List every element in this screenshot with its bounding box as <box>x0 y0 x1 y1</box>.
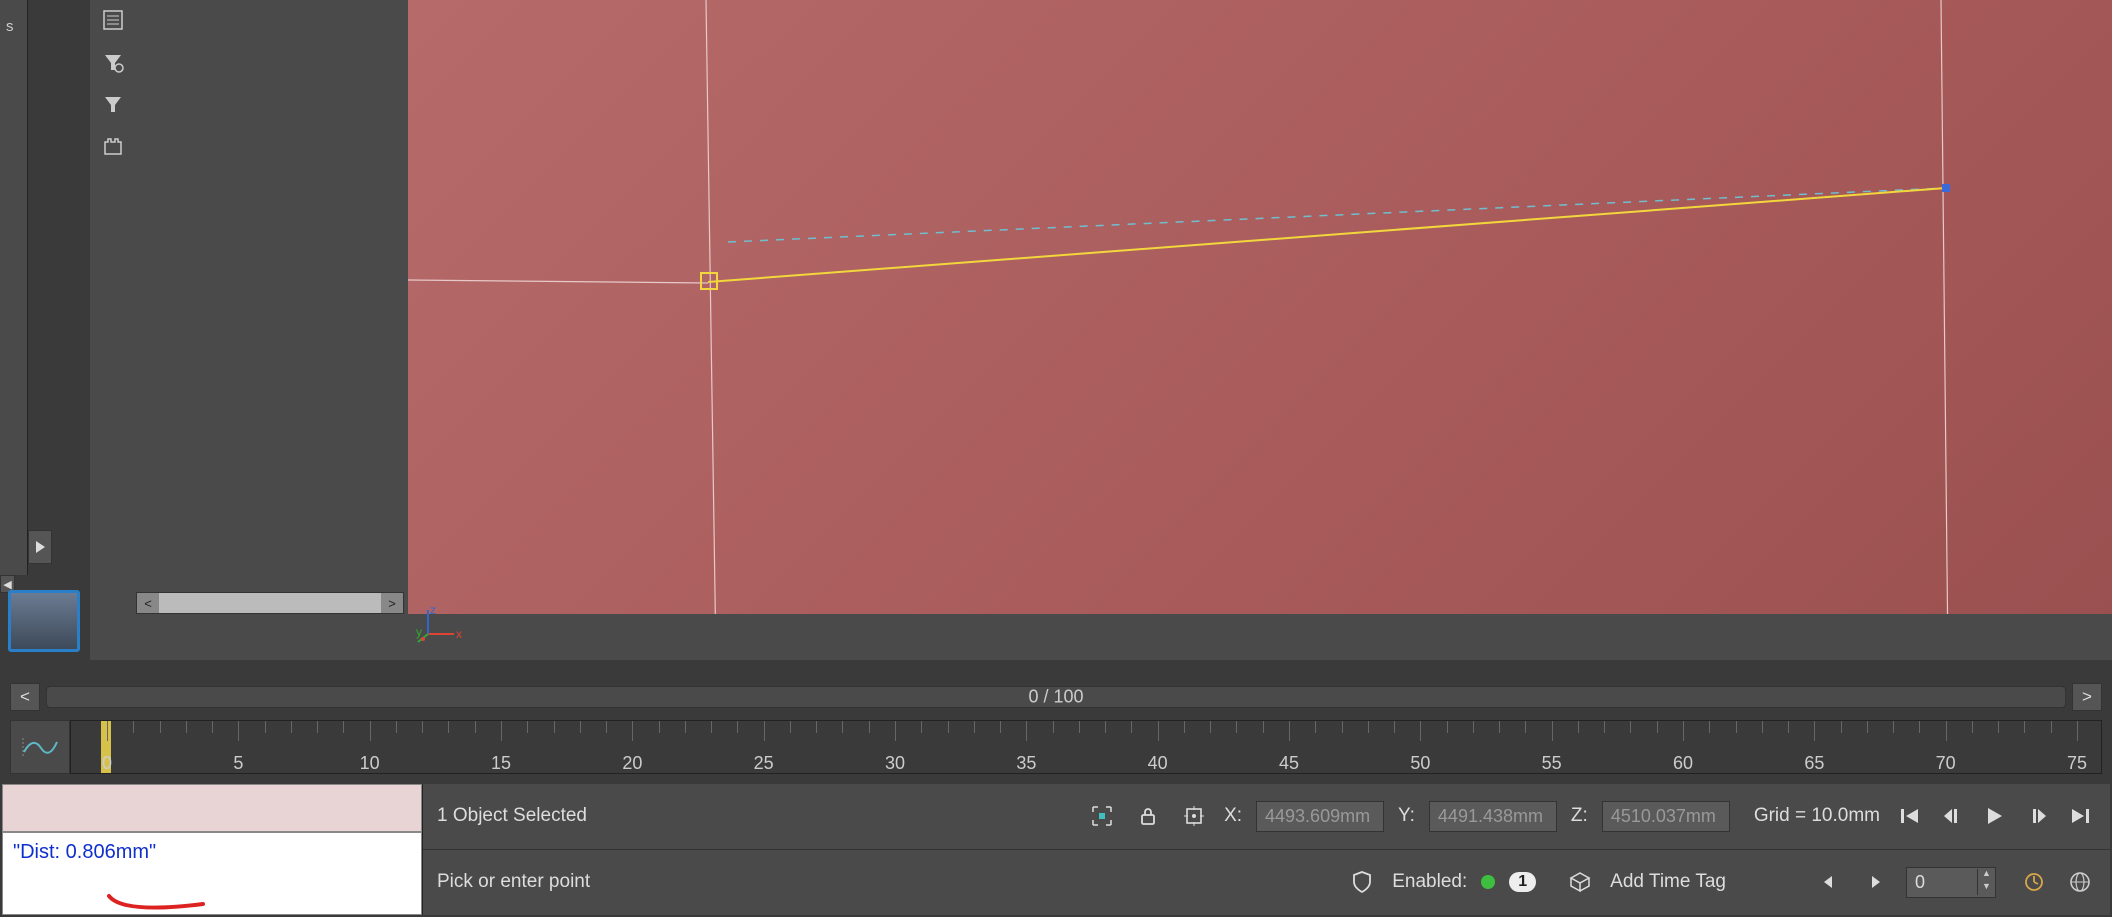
timeline-ruler[interactable]: 0 5 10 15 20 25 30 35 40 45 50 55 60 65 70 75 <box>70 720 2102 774</box>
current-frame-input[interactable] <box>1907 868 1977 897</box>
hscroll-left[interactable]: < <box>137 593 159 613</box>
frame-next-button[interactable]: > <box>2072 683 2102 711</box>
hscroll-right[interactable]: > <box>381 593 403 613</box>
frame-slider[interactable]: 0 / 100 <box>46 686 2066 708</box>
play-button[interactable] <box>1978 801 2012 831</box>
status-area: "Dist: 0.806mm" 1 Object Selected X: Y: … <box>2 784 2110 915</box>
timeline-tick: 55 <box>1542 753 1562 774</box>
spin-down[interactable]: ▼ <box>1977 882 1995 895</box>
goto-start-button[interactable] <box>1894 801 1928 831</box>
selection-status: 1 Object Selected <box>437 805 587 827</box>
coord-x-input[interactable] <box>1256 801 1384 832</box>
enabled-count: 1 <box>1509 872 1536 892</box>
timeline-tick: 10 <box>360 753 380 774</box>
timeline-tick: 0 <box>102 753 112 774</box>
viewport-bottom-overlay <box>408 614 2112 660</box>
listener-input[interactable] <box>2 784 422 832</box>
coord-y-label: Y: <box>1398 805 1415 827</box>
frame-prev-button[interactable]: < <box>10 683 40 711</box>
status-left: "Dist: 0.806mm" <box>2 784 422 915</box>
grid-readout: Grid = 10.0mm <box>1754 805 1880 827</box>
frame-slider-label: 0 / 100 <box>1028 687 1083 708</box>
timeline-tick: 60 <box>1673 753 1693 774</box>
frame-controls: < 0 / 100 > <box>10 680 2102 714</box>
axis-gizmo: x z y <box>416 604 462 650</box>
timeline-tick: 5 <box>233 753 243 774</box>
timeline-tick: 30 <box>885 753 905 774</box>
timeline-tick: 20 <box>622 753 642 774</box>
time-config-icon[interactable] <box>2018 866 2050 898</box>
toolbar-column <box>90 0 136 430</box>
viewport-thumbnail[interactable] <box>8 590 80 652</box>
svg-text:x: x <box>456 627 462 641</box>
filter-icon[interactable] <box>101 92 125 116</box>
shield-icon[interactable] <box>1346 866 1378 898</box>
key-next-button[interactable] <box>1860 866 1892 898</box>
coord-y-input[interactable] <box>1429 801 1557 832</box>
timeline-tick: 40 <box>1148 753 1168 774</box>
enabled-dot-icon <box>1481 875 1495 889</box>
key-prev-button[interactable] <box>1814 866 1846 898</box>
snap-toggle-icon[interactable] <box>1178 800 1210 832</box>
lock-icon[interactable] <box>1132 800 1164 832</box>
coord-z-label: Z: <box>1571 805 1588 827</box>
viewport[interactable]: x z y <box>408 0 2112 660</box>
hscroll-track[interactable] <box>159 593 381 613</box>
timeline-tick: 75 <box>2067 753 2087 774</box>
sidebar-panel <box>90 0 408 660</box>
castle-icon[interactable] <box>101 134 125 158</box>
status-bar: 1 Object Selected X: Y: Z: Grid = 10.0mm <box>422 784 2110 915</box>
left-strip-letter: s <box>6 18 14 35</box>
timeline-tick: 65 <box>1804 753 1824 774</box>
listener-output: "Dist: 0.806mm" <box>2 832 422 915</box>
listener-output-text: "Dist: 0.806mm" <box>13 841 156 863</box>
timeline-tick: 45 <box>1279 753 1299 774</box>
filter-settings-icon[interactable] <box>101 50 125 74</box>
timeline-tick: 25 <box>754 753 774 774</box>
timeline-tick: 15 <box>491 753 511 774</box>
timeline-tick: 35 <box>1016 753 1036 774</box>
svg-text:z: z <box>430 604 436 617</box>
enabled-label: Enabled: <box>1392 871 1467 893</box>
globe-icon[interactable] <box>2064 866 2096 898</box>
selection-brackets-icon[interactable] <box>1086 800 1118 832</box>
coord-z-input[interactable] <box>1602 801 1730 832</box>
command-prompt: Pick or enter point <box>437 871 590 893</box>
viewport-grid <box>408 0 2112 660</box>
coord-x-label: X: <box>1224 805 1242 827</box>
list-icon[interactable] <box>101 8 125 32</box>
timeline: 0 5 10 15 20 25 30 35 40 45 50 55 60 65 70 75 <box>10 720 2102 774</box>
add-time-tag[interactable]: Add Time Tag <box>1610 871 1726 893</box>
timeline-tick: 70 <box>1936 753 1956 774</box>
transport-controls <box>1894 801 2096 831</box>
cube-icon[interactable] <box>1564 866 1596 898</box>
sidebar-hscroll[interactable]: < > <box>136 592 404 614</box>
annotation-mark <box>103 892 213 916</box>
prev-frame-button[interactable] <box>1936 801 1970 831</box>
svg-text:y: y <box>416 625 422 639</box>
timeline-tick: 50 <box>1410 753 1430 774</box>
goto-end-button[interactable] <box>2062 801 2096 831</box>
current-frame-spinner[interactable]: ▲▼ <box>1906 867 1996 898</box>
next-frame-button[interactable] <box>2020 801 2054 831</box>
curve-editor-button[interactable] <box>10 720 70 774</box>
panel-expand-button[interactable] <box>28 530 52 564</box>
left-strip: s <box>0 0 28 575</box>
